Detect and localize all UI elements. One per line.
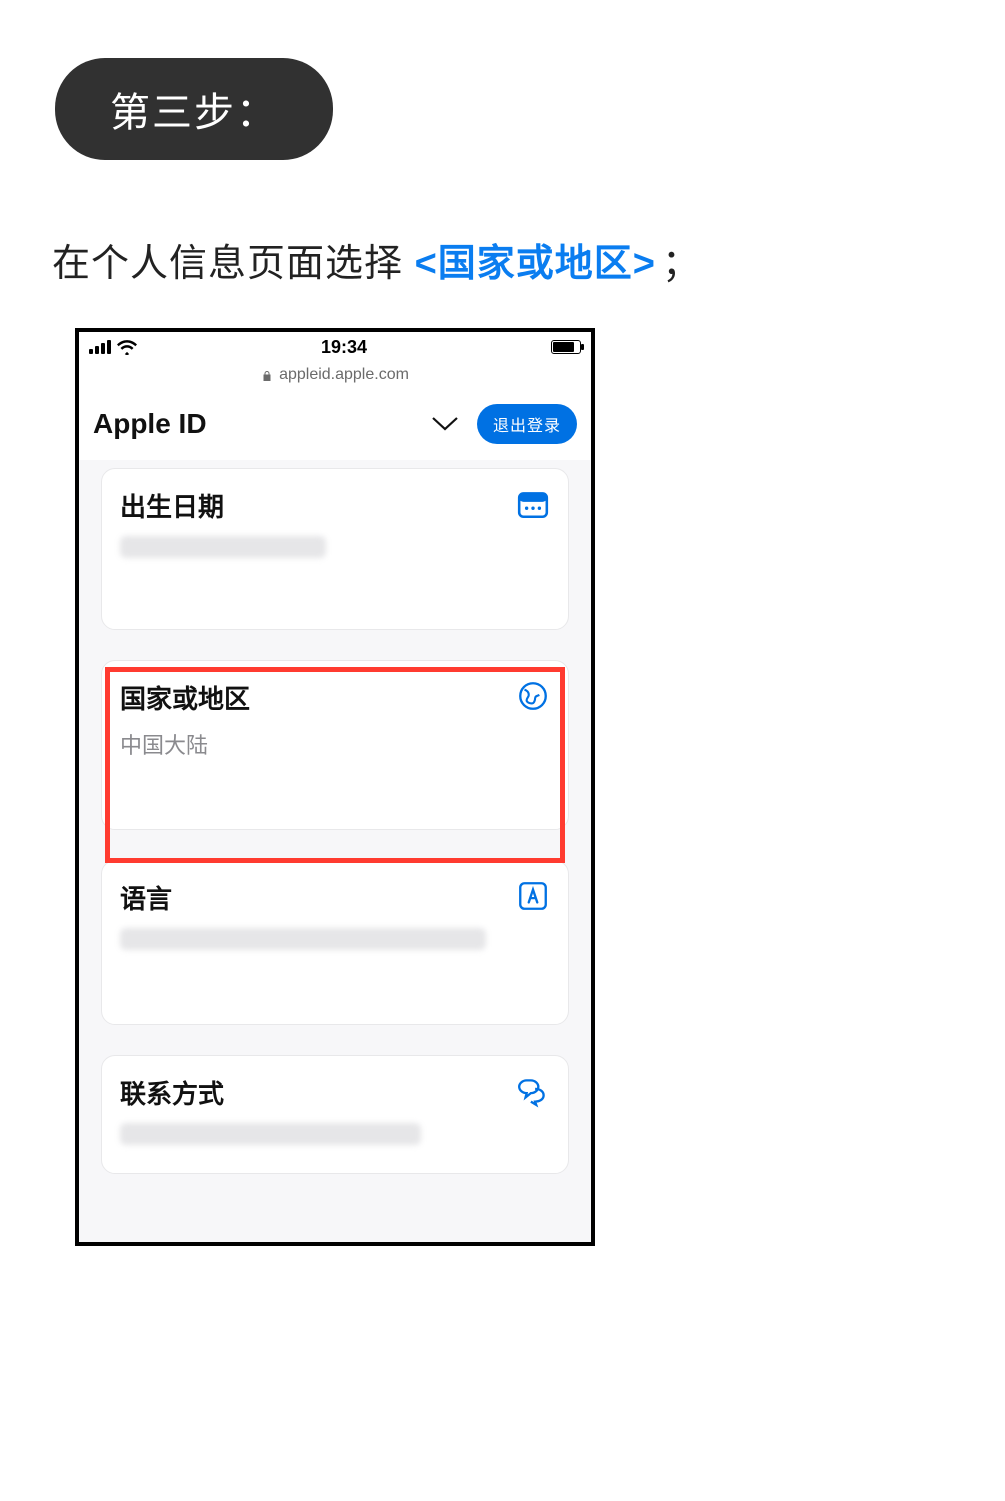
- status-time: 19:34: [321, 337, 367, 358]
- card-language[interactable]: 语言: [101, 860, 569, 1025]
- signout-button[interactable]: 退出登录: [477, 404, 577, 444]
- globe-icon: [516, 679, 550, 713]
- card-language-title: 语言: [120, 879, 550, 916]
- url-text: appleid.apple.com: [279, 366, 409, 384]
- redacted-text: [120, 1123, 421, 1145]
- card-contact-title: 联系方式: [120, 1074, 550, 1111]
- wifi-icon: [117, 340, 137, 354]
- step-badge: 第三步：: [55, 58, 333, 160]
- status-left: [89, 340, 137, 354]
- status-right: [551, 340, 581, 354]
- card-country-region[interactable]: 国家或地区 中国大陆: [101, 660, 569, 830]
- card-birth-title: 出生日期: [120, 487, 550, 524]
- battery-icon: [551, 340, 581, 354]
- lock-icon: [261, 369, 273, 381]
- step-label: 第三步：: [110, 91, 278, 135]
- card-contact[interactable]: 联系方式: [101, 1055, 569, 1174]
- phone-frame: 19:34 appleid.apple.com Apple ID 退出登录 出生…: [75, 328, 595, 1246]
- signal-icon: [89, 340, 111, 354]
- instruction-suffix: ；: [662, 243, 701, 285]
- instruction-text: 在个人信息页面选择 <国家或地区>；: [52, 232, 1005, 287]
- url-bar: appleid.apple.com: [79, 364, 591, 386]
- redacted-text: [120, 928, 486, 950]
- status-bar: 19:34: [79, 332, 591, 362]
- instruction-prefix: 在个人信息页面选择: [52, 243, 415, 285]
- chevron-down-icon[interactable]: [431, 416, 459, 432]
- content-area: 出生日期 国家或地区 中国大陆 语言 联系方式: [79, 460, 591, 1246]
- language-icon: [516, 879, 550, 913]
- chat-icon: [516, 1074, 550, 1108]
- page-header: Apple ID 退出登录: [79, 386, 591, 460]
- header-right: 退出登录: [431, 404, 577, 444]
- page-title: Apple ID: [93, 408, 207, 440]
- card-country-value: 中国大陆: [120, 728, 550, 760]
- instruction-highlight: <国家或地区>: [415, 243, 656, 285]
- redacted-text: [120, 536, 326, 558]
- card-birth-date[interactable]: 出生日期: [101, 468, 569, 630]
- card-country-title: 国家或地区: [120, 679, 550, 716]
- calendar-icon: [516, 487, 550, 521]
